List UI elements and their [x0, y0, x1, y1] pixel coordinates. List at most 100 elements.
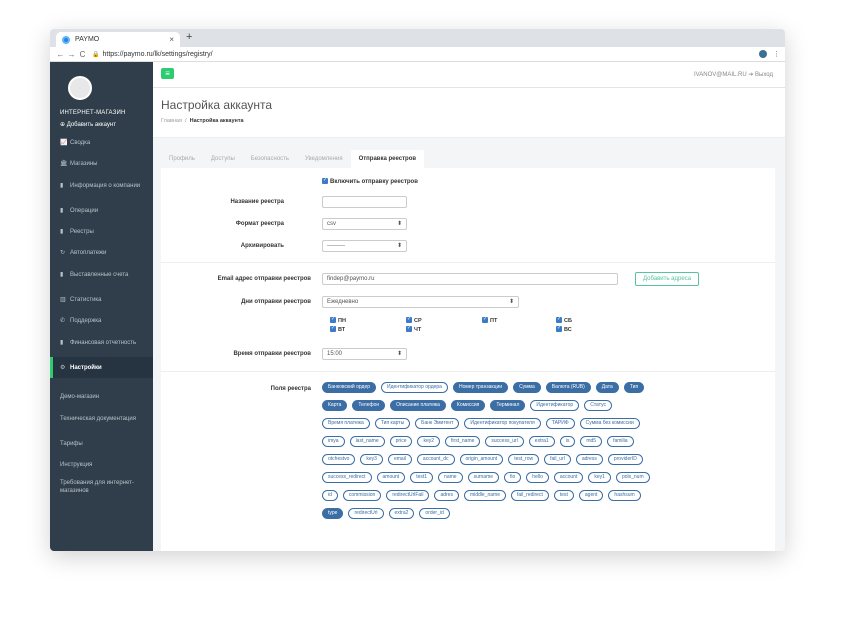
field-chip[interactable]: adres	[434, 490, 459, 501]
field-chip[interactable]: ТАРИФ	[545, 418, 575, 429]
sidebar-item-9[interactable]: ▮ Финансовая отчетность	[50, 331, 153, 357]
field-chip[interactable]: email	[387, 454, 412, 465]
field-chip[interactable]: redirectUrl	[348, 508, 384, 519]
field-chip[interactable]: Идентификатор покупателя	[464, 418, 541, 429]
tab-2[interactable]: Безопасность	[243, 150, 297, 168]
add-address-button[interactable]: Добавить адреса	[635, 272, 700, 286]
sidebar-link[interactable]: Инструкция	[50, 454, 153, 475]
avatar[interactable]	[68, 76, 92, 100]
sidebar-item-8[interactable]: ✆ Поддержка	[50, 310, 153, 331]
field-chip[interactable]: providerID	[607, 454, 643, 465]
field-chip[interactable]: adress	[575, 454, 603, 465]
field-chip[interactable]: account_dc	[416, 454, 455, 465]
field-chip[interactable]: extra2	[388, 508, 415, 519]
field-chip[interactable]: md5	[580, 436, 603, 447]
day-checkbox-wed[interactable]: СР	[406, 316, 422, 324]
forward-icon[interactable]: →	[66, 50, 77, 59]
field-chip[interactable]: test1	[410, 472, 434, 483]
field-chip[interactable]: test	[553, 490, 574, 501]
field-chip[interactable]: order_id	[419, 508, 450, 519]
sidebar-item-7[interactable]: ▥ Статистика	[50, 289, 153, 310]
day-checkbox-fri[interactable]: ПТ	[482, 316, 497, 324]
field-chip[interactable]: fail_redirect	[510, 490, 549, 501]
tab-4[interactable]: Отправка реестров	[350, 150, 425, 168]
reload-icon[interactable]: C	[77, 50, 88, 59]
tab-close-icon[interactable]: ×	[169, 35, 174, 44]
field-chip[interactable]: redirectUrlFail	[386, 490, 430, 501]
day-checkbox-mon[interactable]: ПН	[330, 316, 346, 324]
breadcrumb-home[interactable]: Главная	[161, 118, 182, 124]
sidebar-link[interactable]: Требования для интернет-магазинов	[50, 475, 153, 501]
field-chip[interactable]: middle_name	[463, 490, 506, 501]
field-chip[interactable]: Идентификатор	[530, 400, 580, 411]
day-checkbox-tue[interactable]: ВТ	[330, 325, 345, 333]
sidebar-item-4[interactable]: ▮ Реестры	[50, 221, 153, 242]
day-checkbox-sat[interactable]: СБ	[556, 316, 572, 324]
field-chip[interactable]: hashsum	[608, 490, 641, 501]
browser-tab[interactable]: PAYMO ×	[56, 32, 180, 47]
field-chip[interactable]: test_row	[508, 454, 540, 465]
field-chip[interactable]: hello	[526, 472, 549, 483]
time-select[interactable]: 15:00	[322, 348, 407, 360]
new-tab-icon[interactable]: +	[186, 31, 192, 43]
sidebar-link[interactable]: Демо-магазин	[50, 386, 153, 407]
field-chip[interactable]: otchestvo	[322, 454, 356, 465]
sidebar-item-10[interactable]: ⚙ Настройки	[50, 357, 153, 378]
field-chip[interactable]: first_name	[445, 436, 481, 447]
day-checkbox-sun[interactable]: ВС	[556, 325, 572, 333]
field-chip[interactable]: Сумма	[513, 382, 541, 393]
field-chip[interactable]: price	[389, 436, 413, 447]
browser-menu-icon[interactable]: ⋮	[773, 50, 780, 58]
field-chip[interactable]: Банк Эмитент	[415, 418, 460, 429]
menu-toggle-button[interactable]: ≡	[161, 68, 174, 79]
format-select[interactable]: csv	[322, 218, 407, 230]
field-chip[interactable]: Тип карты	[374, 418, 411, 429]
sidebar-link[interactable]: Техническая документация	[50, 407, 153, 433]
field-chip[interactable]: fail_url	[544, 454, 571, 465]
url-field[interactable]: 🔒 https://paymo.ru/lk/settings/registry/	[92, 51, 759, 58]
sidebar-item-5[interactable]: ↻ Автоплатежи	[50, 242, 153, 263]
field-chip[interactable]: commission	[342, 490, 382, 501]
field-chip[interactable]: pols_num	[615, 472, 650, 483]
field-chip[interactable]: Статус	[584, 400, 613, 411]
field-chip[interactable]: fio	[504, 472, 522, 483]
field-chip[interactable]: origin_amount	[459, 454, 504, 465]
sidebar-link[interactable]: Тарифы	[50, 433, 153, 454]
field-chip[interactable]: agent	[578, 490, 604, 501]
field-chip[interactable]: Банковский ордер	[322, 382, 377, 393]
field-chip[interactable]: key2	[417, 436, 441, 447]
field-chip[interactable]: id	[322, 490, 338, 501]
sidebar-item-3[interactable]: ▮ Операции	[50, 200, 153, 221]
field-chip[interactable]: surname	[467, 472, 500, 483]
sidebar-item-2[interactable]: ▮ Информация о компании	[50, 174, 153, 200]
field-chip[interactable]: Номер транзакции	[452, 382, 509, 393]
field-chip[interactable]: Сумма без комиссии	[579, 418, 640, 429]
archive-select[interactable]: ---------	[322, 240, 407, 252]
field-chip[interactable]: Телефон	[352, 400, 386, 411]
tab-3[interactable]: Уведомления	[297, 150, 351, 168]
day-checkbox-thu[interactable]: ЧТ	[406, 325, 421, 333]
field-chip[interactable]: name	[438, 472, 463, 483]
sidebar-item-0[interactable]: 📈 Сводка	[50, 132, 153, 153]
sidebar-item-1[interactable]: 🏛 Магазины	[50, 153, 153, 174]
logout-link[interactable]: Выход	[755, 72, 773, 78]
field-chip[interactable]: Карта	[322, 400, 348, 411]
field-chip[interactable]: Терминал	[490, 400, 526, 411]
field-chip[interactable]: imya	[322, 436, 345, 447]
field-chip[interactable]: success_redirect	[322, 472, 372, 483]
add-account-link[interactable]: ⊕ Добавить аккаунт	[60, 121, 143, 128]
field-chip[interactable]: account	[553, 472, 584, 483]
field-chip[interactable]: familia	[607, 436, 634, 447]
field-chip[interactable]: success_url	[485, 436, 524, 447]
field-chip[interactable]: Время платежа	[322, 418, 370, 429]
tab-1[interactable]: Доступы	[203, 150, 243, 168]
field-chip[interactable]: Валюта (RUB)	[545, 382, 591, 393]
field-chip[interactable]: amount	[376, 472, 406, 483]
field-chip[interactable]: last_name	[349, 436, 385, 447]
registry-name-input[interactable]	[322, 196, 407, 208]
tab-0[interactable]: Профиль	[161, 150, 203, 168]
email-input[interactable]: findep@paymo.ru	[322, 273, 618, 285]
field-chip[interactable]: key3	[360, 454, 383, 465]
field-chip[interactable]: Идентификатор ордера	[381, 382, 448, 393]
field-chip[interactable]: extra1	[528, 436, 555, 447]
